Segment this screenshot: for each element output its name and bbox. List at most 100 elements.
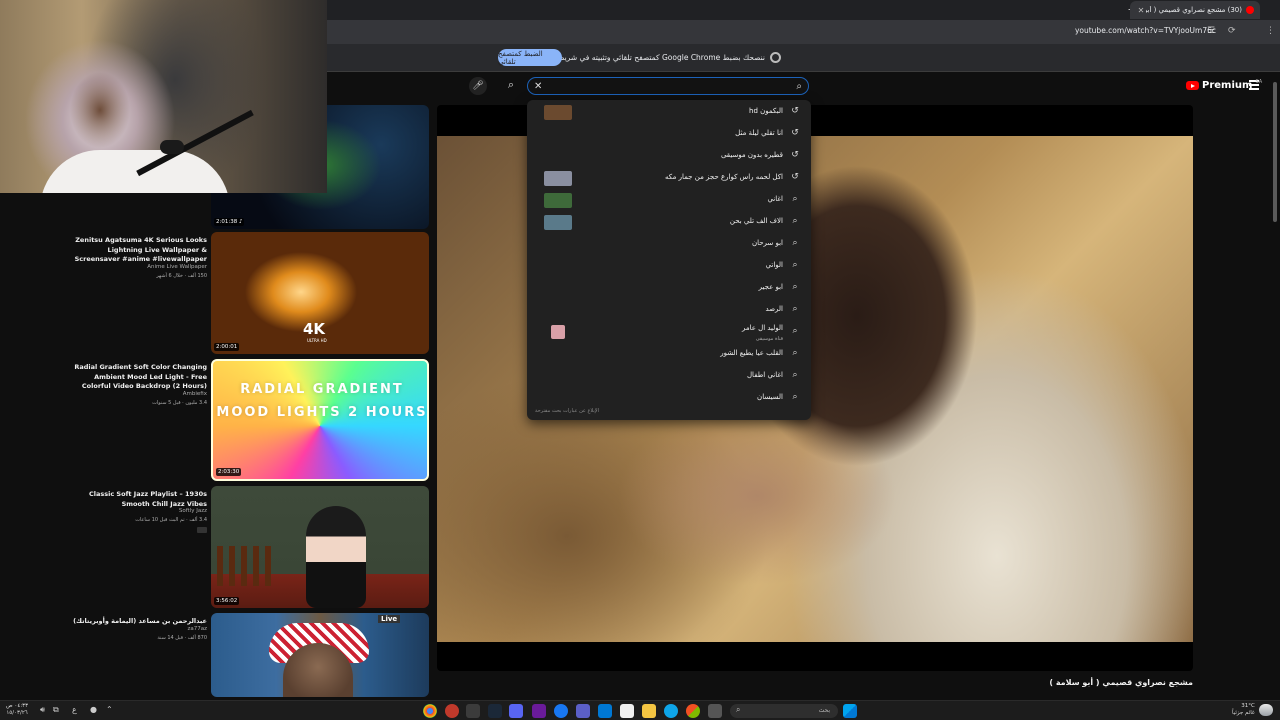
video-card[interactable]: RADIAL GRADIENT MOOD LIGHTS 2 HOURS 2:03… [0,359,436,483]
suggestion-item[interactable]: ⌕ السيسان [527,387,811,409]
suggestion-item[interactable]: ⌕ ابو سرحان [527,233,811,255]
channel-name[interactable]: Anime Live Wallpaper [147,264,207,270]
edge-app-icon[interactable] [664,704,678,718]
search-icon: ⌕ [792,260,798,270]
explorer-app-icon[interactable] [642,704,656,718]
search-input[interactable] [546,81,791,91]
copilot-app-icon[interactable] [686,704,700,718]
webcam-shirt [40,150,230,193]
weather-desc: غائم جزئياً [1232,710,1255,716]
network-icon[interactable]: ⧉ [53,705,59,715]
clock-time: ٠٤:٣٣ ص [6,703,29,709]
voice-search-icon[interactable]: 🎤︎ [469,77,487,95]
suggestion-item[interactable]: ⌕ اغاني اطفال [527,365,811,387]
search-icon: ⌕ [792,326,798,336]
suggestion-item[interactable]: ↺ انا تقلي ليلة مثل [527,123,811,145]
suggestion-text: اكل لحمه راس كوارع حجز من جمار مكه [665,173,783,181]
start-icon[interactable] [843,704,857,718]
logo-region: SA [1255,78,1263,85]
tray-chevron-icon[interactable]: ⌃ [106,705,113,714]
video-card[interactable]: 4K ULTRA HD 2:00:01 Zenitsu Agatsuma 4K … [0,232,436,356]
history-icon: ↺ [791,172,799,182]
taskbar-app-icon[interactable] [532,704,546,718]
video-thumbnail[interactable]: 3:56:02 [211,486,429,608]
weather-temp: 31°C [1241,703,1255,709]
weather-widget[interactable]: 31°C غائم جزئياً [1232,703,1255,717]
search-icon: ⌕ [792,238,798,248]
channel-name[interactable]: Softly Jazz [179,508,207,514]
discord-app-icon[interactable] [509,704,523,718]
clock-date: ١٥/٠٣/٢٦ [6,710,28,716]
video-title[interactable]: Classic Soft Jazz Playlist – 1930s Smoot… [70,490,207,509]
active-tab[interactable]: (30) مشجع نصراوي قصيمي ( أبو ✕ [1130,1,1260,19]
duration-badge: 2:03:30 [216,468,242,476]
suggestion-item[interactable]: ⌕ الواتي [527,255,811,277]
duration-badge: 3:56:02 [214,597,240,605]
page-scrollbar[interactable] [1272,72,1278,700]
task-view-icon[interactable] [708,704,722,718]
video-meta: 3.4 مليون · قبل 5 سنوات [152,400,207,406]
history-icon: ↺ [791,106,799,116]
suggestion-text: الواتي [765,261,783,269]
video-meta: 870 ألف · قبل 14 سنة [157,635,207,641]
video-thumbnail[interactable]: Live [211,613,429,697]
channel-name[interactable]: Ambiefix [183,391,207,397]
mic-tray-icon[interactable]: ● [90,705,97,714]
taskbar-app-icon[interactable] [466,704,480,718]
video-meta: 3.4 ألف · تم البث قبل 10 ساعات [135,517,207,523]
search-box[interactable]: ✕ ⌕ [527,77,809,95]
volume-icon[interactable]: 🔊︎ [40,705,45,715]
steam-app-icon[interactable] [488,704,502,718]
scrollbar-thumb[interactable] [1273,82,1277,222]
clock[interactable]: ٠٤:٣٣ ص ١٥/٠٣/٢٦ [6,703,28,717]
url-field[interactable]: youtube.com/watch?v=TVYjooUm76c [1075,26,1216,35]
language-indicator[interactable]: ع [72,705,77,714]
suggestion-item[interactable]: ⌕ الاف الف تلي بحن [527,211,811,233]
clear-search-icon[interactable]: ✕ [534,81,542,92]
teams-app-icon[interactable] [576,704,590,718]
suggestion-item[interactable]: ⌕ القلب عيا يطيع الشور [527,343,811,365]
search-suggestions: الإبلاغ عن عبارات بحث مقترحة ↺ البكمون hd… [527,100,811,420]
video-card[interactable]: 3:56:02 Classic Soft Jazz Playlist – 193… [0,486,436,610]
windows-taskbar: ٠٤:٣٣ ص ١٥/٠٣/٢٦ 🔊︎ ⧉ ع ● ⌃ بحث ⌕ 31°C غ… [0,700,1280,720]
youtube-play-icon [1186,81,1199,90]
suggestion-thumbnail [544,171,572,186]
search-icon: ⌕ [792,304,798,314]
reload-icon[interactable]: ⟳ [1228,26,1236,36]
suggestion-item[interactable]: ↺ اكل لحمه راس كوارع حجز من جمار مكه [527,167,811,189]
channel-name[interactable]: za77az [187,626,207,632]
search-icon: ⌕ [736,705,741,714]
history-icon: ↺ [791,128,799,138]
chrome-app-icon[interactable] [423,704,437,718]
video-title[interactable]: عبدالرحمن بن مساعد (اليمامة وأوبريتاتك) [70,617,207,627]
video-title: مشجع نصراوي قصيمي ( أبو سلامة ) [1049,678,1193,687]
video-thumbnail[interactable]: 4K ULTRA HD 2:00:01 [211,232,429,354]
suggestion-item[interactable]: ↺ قطيره بدون موسيقى [527,145,811,167]
suggestion-item[interactable]: ⌕ ابو عجير [527,277,811,299]
suggestion-thumbnail [544,215,572,230]
search-icon: ⌕ [796,80,802,92]
suggestion-item[interactable]: ↺ البكمون hd [527,101,811,123]
opera-gx-app-icon[interactable] [445,704,459,718]
suggestion-text: البكمون hd [749,107,783,115]
thumb-4k-text: 4K [303,320,326,338]
suggestion-item[interactable]: ⌕ الرصد [527,299,811,321]
video-title[interactable]: Radial Gradient Soft Color Changing Ambi… [70,363,207,392]
menu-dots-icon[interactable]: ⋮ [1266,26,1275,36]
search-label: بحث [818,707,830,714]
taskbar-search[interactable]: بحث ⌕ [730,704,838,718]
youtube-logo[interactable]: Premium SA [1186,78,1263,91]
set-default-button[interactable]: الضبط كمتصفح تلقائي [498,49,562,66]
suggestion-item[interactable]: ⌕ الوليد ال عامر قناة موسيقى [527,321,811,343]
mail-app-icon[interactable] [598,704,612,718]
video-title[interactable]: Zenitsu Agatsuma 4K Serious Looks Lightn… [70,236,207,265]
search-button-icon[interactable]: ⌕ [503,78,519,94]
duration-badge: 2:00:01 [214,343,240,351]
facebook-app-icon[interactable] [554,704,568,718]
store-app-icon[interactable] [620,704,634,718]
suggestion-text: اغاني [767,195,783,203]
video-thumbnail[interactable]: RADIAL GRADIENT MOOD LIGHTS 2 HOURS 2:03… [211,359,429,481]
suggestion-item[interactable]: ⌕ اغاني [527,189,811,211]
history-icon: ↺ [791,150,799,160]
tab-close-icon[interactable]: ✕ [1136,6,1146,15]
